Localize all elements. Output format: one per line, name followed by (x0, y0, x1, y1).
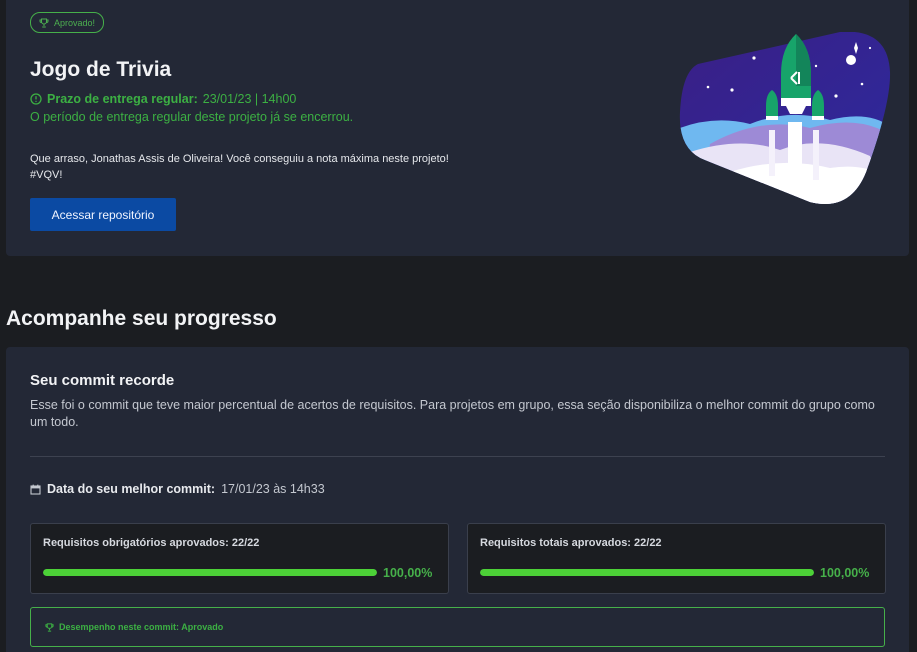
trophy-icon (45, 622, 54, 632)
total-requirements-box: Requisitos totais aprovados: 22/22 100,0… (467, 523, 886, 594)
approved-badge-label: Aprovado! (54, 17, 96, 28)
approved-badge: Aprovado! (30, 12, 105, 33)
project-card: Aprovado! Jogo de Trivia Prazo de entreg… (6, 0, 909, 256)
progress-card: Seu commit recorde Esse foi o commit que… (6, 347, 909, 652)
performance-label: Desempenho neste commit: Aprovado (59, 622, 224, 632)
best-commit-label: Data do seu melhor commit: (47, 482, 216, 496)
trophy-icon (39, 18, 49, 27)
deadline-label: Prazo de entrega regular: (47, 92, 198, 106)
best-commit-date: Data do seu melhor commit: 17/01/23 às 1… (30, 482, 325, 496)
deadline-closed-message: O período de entrega regular deste proje… (30, 110, 354, 124)
progress-section-title: Acompanhe seu progresso (6, 307, 277, 330)
performance-status: Desempenho neste commit: Aprovado (30, 607, 885, 647)
mandatory-requirements-label: Requisitos obrigatórios aprovados: 22/22 (43, 537, 260, 549)
total-progress-bar (480, 569, 814, 576)
clock-icon (30, 93, 42, 105)
congrats-message: Que arraso, Jonathas Assis de Oliveira! … (30, 151, 550, 183)
congrats-hashtag: #VQV! (30, 169, 63, 181)
access-repository-button[interactable]: Acessar repositório (30, 198, 176, 231)
calendar-icon (30, 484, 41, 495)
total-requirements-label: Requisitos totais aprovados: 22/22 (480, 537, 662, 549)
mandatory-requirements-box: Requisitos obrigatórios aprovados: 22/22… (30, 523, 449, 594)
total-percent: 100,00% (820, 566, 870, 580)
mandatory-progress-fill (43, 569, 377, 576)
best-commit-value: 17/01/23 às 14h33 (221, 482, 325, 496)
mandatory-progress-bar (43, 569, 377, 576)
project-title: Jogo de Trivia (30, 58, 172, 81)
mandatory-percent: 100,00% (383, 566, 433, 580)
congrats-line: Que arraso, Jonathas Assis de Oliveira! … (30, 153, 449, 165)
total-progress-fill (480, 569, 814, 576)
record-commit-description: Esse foi o commit que teve maior percent… (30, 398, 875, 429)
rocket-illustration (679, 32, 891, 204)
deadline: Prazo de entrega regular: 23/01/23 | 14h… (30, 92, 296, 106)
record-commit-title: Seu commit recorde (30, 372, 175, 389)
deadline-value: 23/01/23 | 14h00 (202, 92, 297, 106)
divider (30, 456, 885, 457)
